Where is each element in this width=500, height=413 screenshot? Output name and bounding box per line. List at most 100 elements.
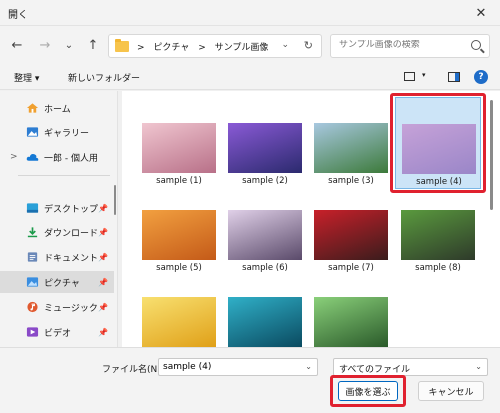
file-item[interactable] xyxy=(222,291,308,347)
organize-menu-button[interactable]: 整理 ▾ xyxy=(14,71,39,84)
pin-icon[interactable]: 📌 xyxy=(98,204,108,213)
file-name: sample (1) xyxy=(156,176,202,186)
navigation-bar: ← → ⌄ ↑ > ピクチャ > サンプル画像 ⌄ ↻ xyxy=(0,26,500,64)
forward-arrow-icon[interactable]: → xyxy=(36,36,54,54)
thumbnail-image xyxy=(314,297,388,347)
sidebar-item-videos[interactable]: ビデオ 📌 xyxy=(0,321,114,343)
preview-pane-icon[interactable] xyxy=(448,72,460,82)
sidebar-item-desktop[interactable]: デスクトップ 📌 xyxy=(0,197,114,219)
thumbnail-image xyxy=(142,210,216,260)
onedrive-cloud-icon xyxy=(26,154,39,161)
new-folder-button[interactable]: 新しいフォルダー xyxy=(68,71,140,84)
file-name: sample (5) xyxy=(156,263,202,273)
chevron-down-icon: ⌄ xyxy=(475,362,482,371)
help-icon[interactable]: ? xyxy=(474,70,488,84)
thumbnail-image xyxy=(314,210,388,260)
file-item[interactable]: sample (7) xyxy=(308,204,394,286)
file-item[interactable]: sample (1) xyxy=(136,117,222,199)
file-item[interactable]: sample (8) xyxy=(395,204,481,286)
cancel-button[interactable]: キャンセル xyxy=(418,381,484,401)
pin-icon[interactable]: 📌 xyxy=(98,303,108,312)
search-box[interactable] xyxy=(330,34,490,58)
sidebar-item-music[interactable]: ミュージック 📌 xyxy=(0,296,114,318)
sidebar-item-gallery[interactable]: ギャラリー xyxy=(0,121,114,143)
pin-icon[interactable]: 📌 xyxy=(98,328,108,337)
sidebar-item-label: 一郎 - 個人用 xyxy=(44,153,98,164)
video-icon xyxy=(26,327,39,337)
thumbnail-image xyxy=(142,297,216,347)
view-options-button[interactable]: ▾ xyxy=(404,70,432,84)
sidebar-item-home[interactable]: ホーム xyxy=(0,97,114,119)
file-type-value: すべてのファイル xyxy=(339,365,411,375)
sidebar-scrollbar[interactable] xyxy=(114,185,116,215)
file-name: sample (6) xyxy=(242,263,288,273)
highlight-box xyxy=(330,375,406,407)
file-name: sample (3) xyxy=(328,176,374,186)
thumbnail-image xyxy=(314,123,388,173)
file-item[interactable] xyxy=(308,291,394,347)
thumbnail-image xyxy=(142,123,216,173)
filename-label: ファイル名(N): xyxy=(102,365,164,375)
sidebar-item-label: ダウンロード xyxy=(44,228,99,239)
search-icon[interactable] xyxy=(471,40,481,50)
file-item[interactable]: sample (3) xyxy=(308,117,394,199)
window-title: 開く xyxy=(8,10,28,21)
file-name: sample (2) xyxy=(242,176,288,186)
file-name: sample (8) xyxy=(415,263,461,273)
pictures-icon xyxy=(26,277,39,287)
expand-chevron-icon[interactable]: > xyxy=(10,152,18,162)
pin-icon[interactable]: 📌 xyxy=(98,278,108,287)
file-name: sample (7) xyxy=(328,263,374,273)
thumbnail-image xyxy=(228,123,302,173)
sidebar-item-downloads[interactable]: ダウンロード 📌 xyxy=(0,221,114,243)
pin-icon[interactable]: 📌 xyxy=(98,253,108,262)
filename-field[interactable] xyxy=(163,362,299,372)
file-list: sample (1) sample (2) sample (3) sample … xyxy=(122,91,500,347)
breadcrumb-separator: > xyxy=(198,43,206,53)
command-bar: 整理 ▾ 新しいフォルダー ▾ ? xyxy=(0,64,500,90)
folder-icon xyxy=(115,39,129,52)
file-item[interactable]: sample (5) xyxy=(136,204,222,286)
file-item[interactable] xyxy=(136,291,222,347)
thumbnail-image xyxy=(401,210,475,260)
sidebar-divider xyxy=(18,175,110,176)
address-bar[interactable]: > ピクチャ > サンプル画像 ⌄ ↻ xyxy=(108,34,322,58)
desktop-icon xyxy=(26,203,39,213)
view-layout-icon xyxy=(404,72,415,81)
sidebar-item-pictures[interactable]: ピクチャ 📌 xyxy=(0,271,114,293)
sidebar-item-documents[interactable]: ドキュメント 📌 xyxy=(0,246,114,268)
back-arrow-icon[interactable]: ← xyxy=(8,36,26,54)
pin-icon[interactable]: 📌 xyxy=(98,228,108,237)
thumbnail-image xyxy=(228,210,302,260)
file-type-select[interactable]: すべてのファイル ⌄ xyxy=(333,358,488,376)
breadcrumb: > ピクチャ > サンプル画像 xyxy=(137,40,274,53)
title-bar: 開く ✕ xyxy=(0,0,500,26)
chevron-down-icon[interactable]: ⌄ xyxy=(281,40,289,50)
recent-locations-icon[interactable]: ⌄ xyxy=(60,36,78,54)
file-list-scrollbar[interactable] xyxy=(490,100,493,210)
sidebar-item-label: デスクトップ xyxy=(44,204,99,215)
sidebar-item-label: ピクチャ xyxy=(44,278,80,289)
breadcrumb-separator: > xyxy=(137,43,145,53)
documents-icon xyxy=(27,252,38,262)
refresh-icon[interactable]: ↻ xyxy=(304,39,313,52)
up-arrow-icon[interactable]: ↑ xyxy=(84,36,102,54)
home-icon xyxy=(26,103,39,113)
chevron-down-icon[interactable]: ⌄ xyxy=(305,362,312,371)
download-icon xyxy=(27,227,38,238)
close-icon[interactable]: ✕ xyxy=(462,0,500,26)
dialog-footer: ファイル名(N): ⌄ すべてのファイル ⌄ 画像を選ぶ キャンセル xyxy=(0,347,500,413)
gallery-icon xyxy=(26,127,39,137)
sidebar-item-label: ビデオ xyxy=(44,328,72,339)
sidebar-item-onedrive[interactable]: > 一郎 - 個人用 xyxy=(0,146,114,168)
file-item[interactable]: sample (2) xyxy=(222,117,308,199)
breadcrumb-pictures[interactable]: ピクチャ xyxy=(153,43,189,53)
file-item[interactable]: sample (6) xyxy=(222,204,308,286)
navigation-pane: ホーム ギャラリー > 一郎 - 個人用 デスクトップ 📌 ダウンロード 📌 ド… xyxy=(0,91,118,347)
sidebar-item-label: ドキュメント xyxy=(44,253,99,264)
filename-combobox[interactable]: ⌄ xyxy=(158,358,318,376)
thumbnail-image xyxy=(228,297,302,347)
breadcrumb-sample-images[interactable]: サンプル画像 xyxy=(215,43,269,53)
search-input[interactable] xyxy=(339,40,469,50)
music-icon xyxy=(27,301,38,313)
